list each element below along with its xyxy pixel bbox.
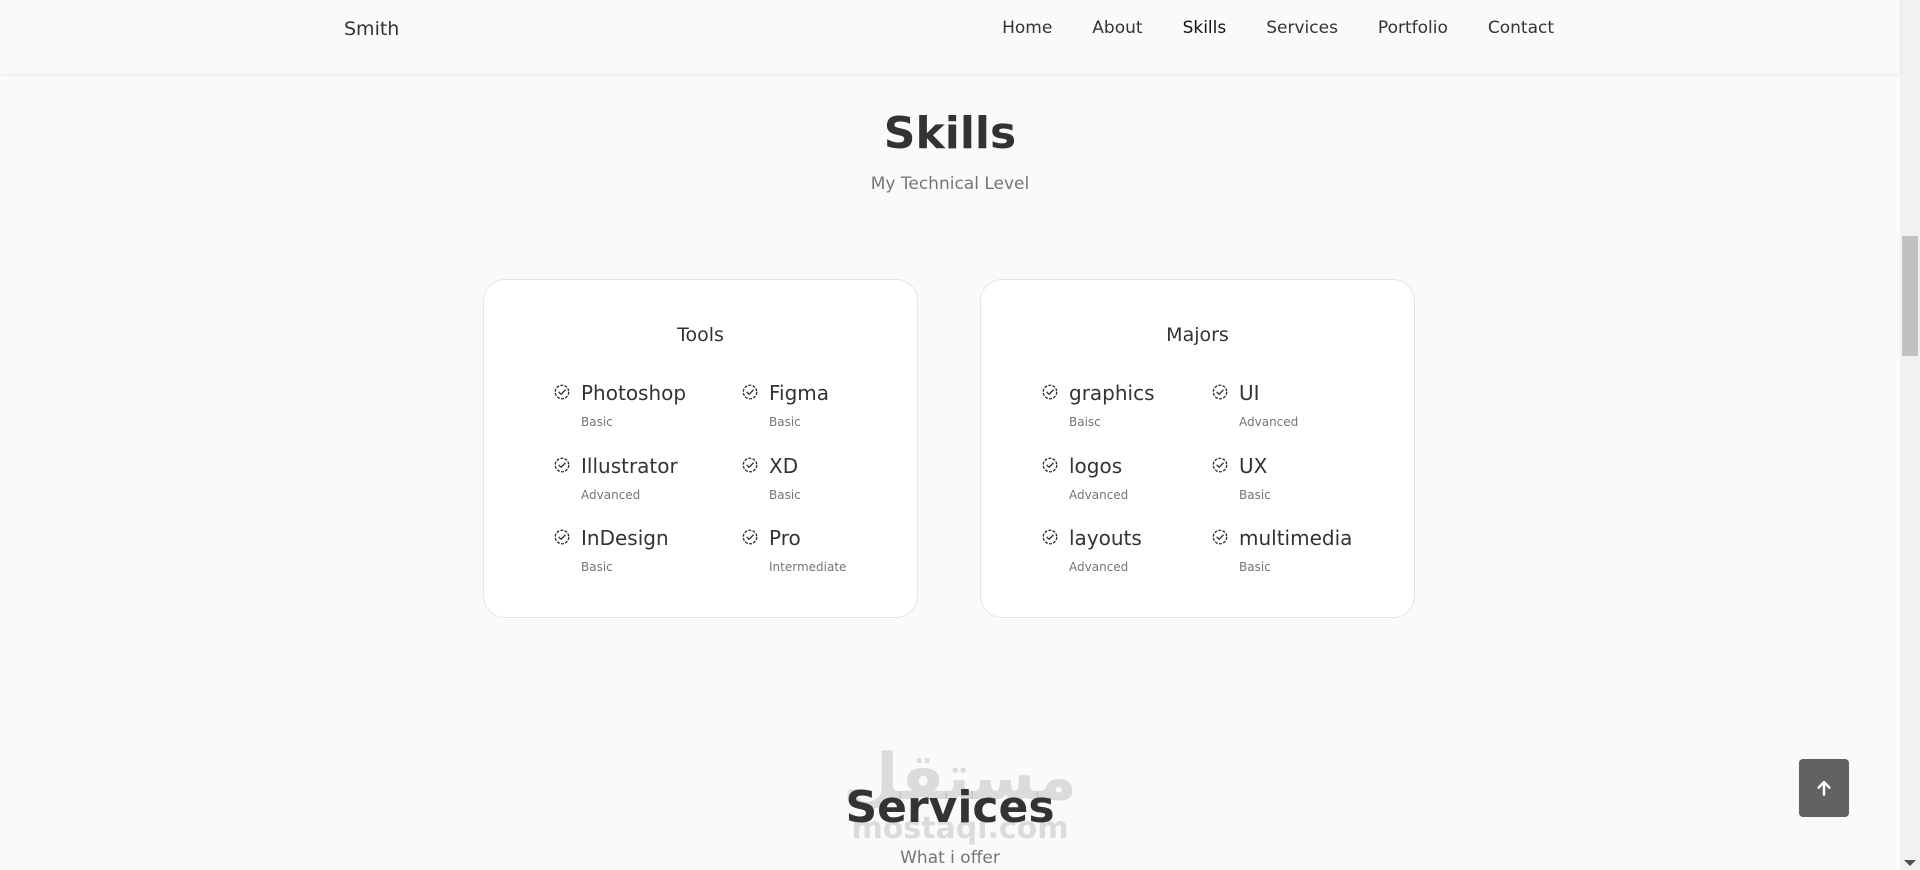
main-nav: Home About Skills Services Portfolio Con… <box>1002 18 1554 38</box>
majors-card: Majors graphics Baisc UI Advanced logos … <box>980 279 1415 618</box>
skill-level: Baisc <box>1069 415 1101 429</box>
services-title: Services <box>845 782 1055 833</box>
skill-name: Pro <box>769 526 801 550</box>
check-badge-icon <box>742 529 758 545</box>
skill-name: Figma <box>769 381 830 405</box>
check-badge-icon <box>1212 384 1228 400</box>
nav-skills[interactable]: Skills <box>1183 18 1227 38</box>
check-badge-icon <box>742 457 758 473</box>
majors-card-title: Majors <box>1166 324 1229 346</box>
skill-level: Basic <box>769 488 801 502</box>
check-badge-icon <box>1042 457 1058 473</box>
skills-title: Skills <box>883 108 1017 159</box>
check-badge-icon <box>1042 529 1058 545</box>
check-badge-icon <box>554 529 570 545</box>
skill-name: XD <box>769 454 799 478</box>
skill-name: multimedia <box>1239 526 1353 550</box>
services-subtitle: What i offer <box>900 848 1000 868</box>
site-logo[interactable]: Smith <box>344 18 399 40</box>
scrollbar-thumb[interactable] <box>1902 236 1918 356</box>
check-badge-icon <box>554 384 570 400</box>
skill-name: logos <box>1069 454 1123 478</box>
skill-name: InDesign <box>581 526 669 550</box>
check-badge-icon <box>742 384 758 400</box>
check-badge-icon <box>1042 384 1058 400</box>
nav-services[interactable]: Services <box>1266 18 1338 38</box>
page-scrollbar[interactable] <box>1900 0 1920 870</box>
nav-about[interactable]: About <box>1092 18 1142 38</box>
nav-home[interactable]: Home <box>1002 18 1052 38</box>
skill-name: Photoshop <box>581 381 687 405</box>
scroll-down-arrow-icon[interactable] <box>1904 860 1916 866</box>
skill-level: Advanced <box>1069 488 1129 502</box>
site-header: Smith Home About Skills Services Portfol… <box>0 0 1900 74</box>
skill-name: Illustrator <box>581 454 678 478</box>
skill-name: UI <box>1239 381 1260 405</box>
skill-level: Basic <box>581 415 613 429</box>
skill-level: Advanced <box>1239 415 1299 429</box>
tools-card-title: Tools <box>677 324 724 346</box>
skill-level: Basic <box>581 560 613 574</box>
skill-level: Basic <box>1239 488 1271 502</box>
skill-level: Basic <box>769 415 801 429</box>
skill-level: Advanced <box>1069 560 1129 574</box>
skill-level: Advanced <box>581 488 641 502</box>
skill-name: UX <box>1239 454 1268 478</box>
skill-name: layouts <box>1069 526 1142 550</box>
nav-contact[interactable]: Contact <box>1488 18 1554 38</box>
skills-subtitle: My Technical Level <box>870 174 1030 194</box>
nav-portfolio[interactable]: Portfolio <box>1378 18 1448 38</box>
check-badge-icon <box>1212 457 1228 473</box>
skill-name: graphics <box>1069 381 1155 405</box>
check-badge-icon <box>1212 529 1228 545</box>
skill-level: Basic <box>1239 560 1271 574</box>
skill-level: Intermediate <box>769 560 847 574</box>
tools-card: Tools Photoshop Basic Figma Basic Illust… <box>483 279 918 618</box>
check-badge-icon <box>554 457 570 473</box>
